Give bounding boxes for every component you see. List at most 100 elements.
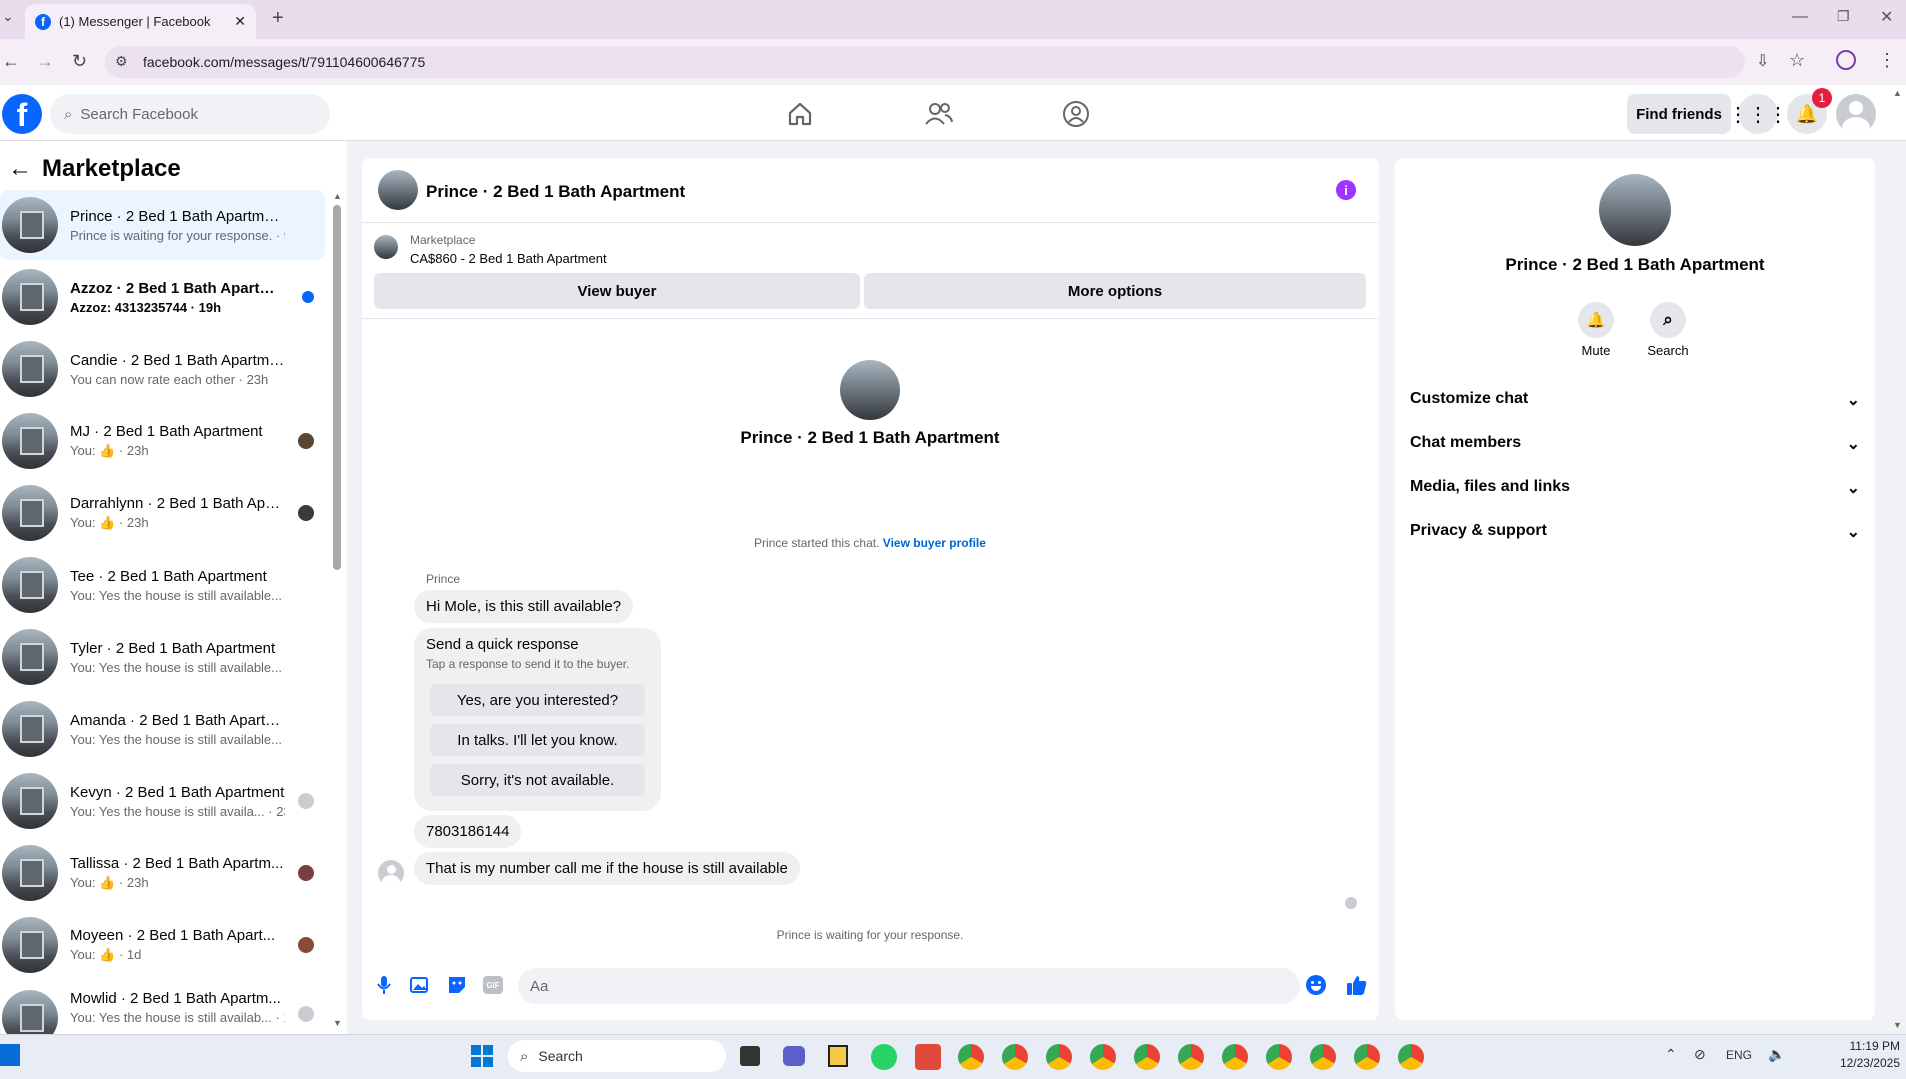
facebook-search-input[interactable]: ⌕ Search Facebook bbox=[50, 94, 330, 134]
conversation-item[interactable]: Azzoz · 2 Bed 1 Bath Apartment Azzoz: 431… bbox=[0, 262, 325, 332]
message-bubble[interactable]: 7803186144 bbox=[414, 815, 522, 848]
page-scroll-down-icon[interactable]: ▼ bbox=[1893, 1020, 1902, 1030]
chrome-icon[interactable] bbox=[1222, 1044, 1248, 1070]
taskbar-date[interactable]: 12/23/2025 bbox=[1820, 1056, 1900, 1070]
search-chat-button[interactable]: ⌕ bbox=[1650, 302, 1686, 338]
conversation-item[interactable]: Prince · 2 Bed 1 Bath Apartment Prince is… bbox=[0, 190, 325, 260]
chrome-icon[interactable] bbox=[958, 1044, 984, 1070]
chrome-icon[interactable] bbox=[1398, 1044, 1424, 1070]
conversation-avatar bbox=[2, 269, 58, 325]
reload-icon[interactable]: ↻ bbox=[72, 51, 87, 72]
profile-icon[interactable] bbox=[1836, 50, 1856, 70]
back-icon[interactable]: ← bbox=[2, 51, 20, 72]
chrome-icon[interactable] bbox=[1090, 1044, 1116, 1070]
browser-menu-icon[interactable]: ⋮ bbox=[1878, 50, 1896, 71]
page-scroll-up-icon[interactable]: ▲ bbox=[1893, 88, 1902, 98]
info-panel-avatar[interactable] bbox=[1599, 174, 1671, 246]
listing-detail[interactable]: CA$860 - 2 Bed 1 Bath Apartment bbox=[410, 251, 607, 266]
conversation-item[interactable]: MJ · 2 Bed 1 Bath Apartment You: 👍 · 23h bbox=[0, 406, 325, 476]
conversation-item[interactable]: Tallissa · 2 Bed 1 Bath Apartm... You: 👍 … bbox=[0, 838, 325, 908]
url-field[interactable]: facebook.com/messages/t/791104600646775 bbox=[105, 46, 1745, 78]
search-label: Search bbox=[1647, 343, 1689, 358]
chrome-icon[interactable] bbox=[1354, 1044, 1380, 1070]
sticker-icon[interactable] bbox=[447, 975, 467, 995]
quick-reply-in-talks-button[interactable]: In talks. I'll let you know. bbox=[430, 724, 645, 756]
teams-icon[interactable] bbox=[783, 1046, 805, 1066]
conversation-item[interactable]: Tyler · 2 Bed 1 Bath Apartment You: Yes t… bbox=[0, 622, 325, 692]
conversation-item[interactable]: Darrahlynn · 2 Bed 1 Bath Apa... You: 👍 ·… bbox=[0, 478, 325, 548]
conversation-item[interactable]: Tee · 2 Bed 1 Bath Apartment You: Yes the… bbox=[0, 550, 325, 620]
customize-chat-section[interactable]: Customize chat ⌄ bbox=[1410, 390, 1860, 410]
quick-reply-not-available-button[interactable]: Sorry, it's not available. bbox=[430, 764, 645, 796]
chat-members-section[interactable]: Chat members ⌄ bbox=[1410, 434, 1860, 454]
whatsapp-icon[interactable] bbox=[871, 1044, 897, 1070]
restore-icon[interactable]: ❐ bbox=[1837, 8, 1850, 25]
forward-icon[interactable]: → bbox=[36, 51, 54, 72]
gif-icon[interactable]: GIF bbox=[483, 976, 503, 994]
message-bubble[interactable]: Hi Mole, is this still available? bbox=[414, 590, 634, 623]
window-close-icon[interactable]: ✕ bbox=[1880, 7, 1893, 27]
taskbar-search[interactable]: ⌕ Search bbox=[508, 1040, 726, 1072]
back-arrow-icon[interactable]: ← bbox=[8, 155, 32, 183]
chrome-icon[interactable] bbox=[1002, 1044, 1028, 1070]
conversation-item[interactable]: Kevyn · 2 Bed 1 Bath Apartment You: Yes t… bbox=[0, 766, 325, 836]
view-buyer-profile-link[interactable]: View buyer profile bbox=[883, 536, 986, 550]
account-avatar[interactable] bbox=[1836, 94, 1876, 134]
sidebar-scrollbar[interactable] bbox=[333, 205, 341, 570]
groups-icon[interactable] bbox=[1062, 100, 1090, 128]
sticky-notes-icon[interactable] bbox=[828, 1045, 848, 1067]
site-info-icon[interactable]: ⚙ bbox=[115, 53, 128, 70]
new-tab-icon[interactable]: + bbox=[272, 7, 284, 30]
emoji-icon[interactable] bbox=[1306, 975, 1326, 995]
close-tab-icon[interactable]: ✕ bbox=[234, 13, 246, 30]
conversation-item[interactable]: Moyeen · 2 Bed 1 Bath Apart... You: 👍 · 1… bbox=[0, 910, 325, 980]
install-app-icon[interactable]: ⇩ bbox=[1756, 51, 1769, 71]
microphone-icon[interactable] bbox=[376, 975, 392, 995]
conversation-item[interactable]: Candie · 2 Bed 1 Bath Apartment You can n… bbox=[0, 334, 325, 404]
menu-grid-button[interactable]: ⋮⋮⋮ bbox=[1728, 94, 1788, 134]
file-explorer-icon[interactable] bbox=[740, 1046, 760, 1066]
network-icon[interactable]: ⊘ bbox=[1694, 1046, 1706, 1063]
media-files-links-section[interactable]: Media, files and links ⌄ bbox=[1410, 478, 1860, 498]
message-input[interactable]: Aa bbox=[518, 968, 1300, 1004]
chat-header-avatar[interactable] bbox=[378, 170, 418, 210]
find-friends-button[interactable]: Find friends bbox=[1627, 94, 1731, 134]
chrome-icon[interactable] bbox=[1266, 1044, 1292, 1070]
conversation-name: Darrahlynn · 2 Bed 1 Bath Apa... bbox=[70, 495, 285, 512]
scroll-down-icon[interactable]: ▼ bbox=[333, 1018, 342, 1028]
facebook-logo-icon[interactable]: f bbox=[2, 94, 42, 134]
home-icon[interactable] bbox=[787, 101, 813, 127]
snipping-tool-icon[interactable] bbox=[915, 1044, 941, 1070]
minimize-icon[interactable]: — bbox=[1792, 8, 1808, 26]
chevron-down-icon: ⌄ bbox=[1846, 524, 1860, 541]
tab-list-icon[interactable]: ⌄ bbox=[2, 8, 14, 25]
chat-header-title[interactable]: Prince · 2 Bed 1 Bath Apartment bbox=[426, 182, 685, 202]
message-bubble[interactable]: That is my number call me if the house i… bbox=[414, 852, 800, 885]
view-buyer-button[interactable]: View buyer bbox=[374, 273, 860, 309]
scroll-up-icon[interactable]: ▲ bbox=[333, 191, 342, 201]
task-view-icon[interactable] bbox=[0, 1044, 20, 1066]
show-hidden-icons-icon[interactable]: ⌃ bbox=[1665, 1046, 1677, 1063]
bookmark-star-icon[interactable]: ☆ bbox=[1789, 50, 1805, 71]
quick-reply-yes-button[interactable]: Yes, are you interested? bbox=[430, 684, 645, 716]
language-indicator[interactable]: ENG bbox=[1726, 1048, 1752, 1062]
chrome-icon[interactable] bbox=[1178, 1044, 1204, 1070]
conversation-item[interactable]: Mowlid · 2 Bed 1 Bath Apartm... You: Yes … bbox=[0, 982, 325, 1034]
browser-tab[interactable]: f (1) Messenger | Facebook ✕ bbox=[25, 4, 256, 39]
section-label: Customize chat bbox=[1410, 390, 1529, 407]
friends-icon[interactable] bbox=[925, 101, 953, 127]
taskbar-time[interactable]: 11:19 PM bbox=[1820, 1039, 1900, 1053]
privacy-support-section[interactable]: Privacy & support ⌄ bbox=[1410, 522, 1860, 542]
thumbs-up-icon[interactable] bbox=[1346, 974, 1368, 996]
listing-label: Marketplace bbox=[410, 233, 476, 247]
chrome-icon[interactable] bbox=[1134, 1044, 1160, 1070]
photo-icon[interactable] bbox=[410, 975, 430, 995]
windows-start-icon[interactable] bbox=[470, 1044, 494, 1068]
info-icon[interactable]: i bbox=[1336, 180, 1356, 200]
speaker-icon[interactable]: 🔈 bbox=[1768, 1046, 1785, 1063]
mute-button[interactable]: 🔔 bbox=[1578, 302, 1614, 338]
chrome-icon[interactable] bbox=[1046, 1044, 1072, 1070]
conversation-item[interactable]: Amanda · 2 Bed 1 Bath Apartment You: Yes … bbox=[0, 694, 325, 764]
chrome-icon[interactable] bbox=[1310, 1044, 1336, 1070]
more-options-button[interactable]: More options bbox=[864, 273, 1366, 309]
